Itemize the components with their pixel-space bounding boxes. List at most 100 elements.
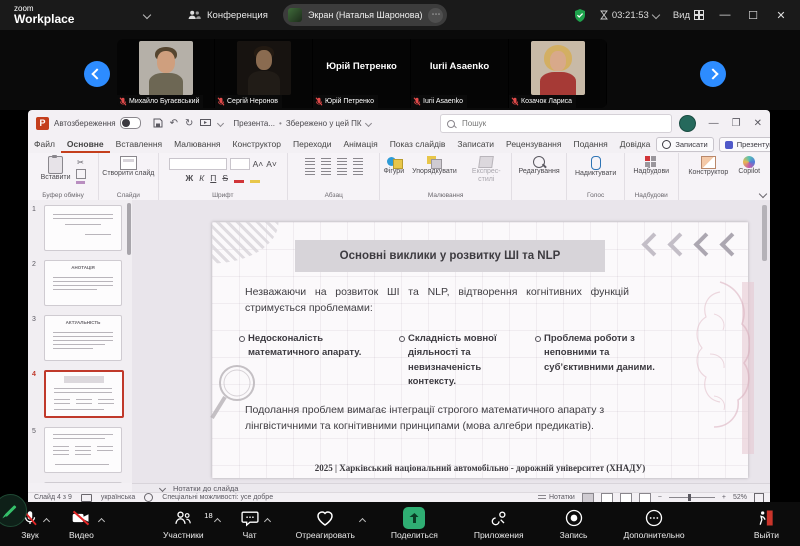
save-icon[interactable] — [153, 118, 163, 128]
shared-screen-pill[interactable]: Экран (Наталья Шаронова) ⋯ — [283, 4, 447, 26]
video-button[interactable]: Видео — [62, 508, 101, 540]
thumb-slide-4-selected[interactable] — [44, 370, 124, 418]
apps-button[interactable]: Приложения — [467, 508, 531, 540]
designer-button[interactable]: Конструктор — [688, 156, 728, 177]
arrange-button[interactable]: Упорядкувати — [412, 156, 457, 183]
font-size-select[interactable] — [230, 158, 250, 170]
react-options-chevron[interactable] — [360, 516, 365, 526]
align-center-icon[interactable] — [321, 168, 331, 176]
line-spacing-icon[interactable] — [353, 168, 363, 176]
indent-increase-icon[interactable] — [353, 158, 363, 166]
dictate-button[interactable]: Надиктувати — [575, 156, 616, 178]
slide-title[interactable]: Основні виклики у розвитку ШІ та NLP — [295, 240, 605, 272]
thumbnail-row-5[interactable]: 5 — [32, 427, 132, 473]
window-close-button[interactable]: ✕ — [774, 9, 788, 22]
editing-button[interactable]: Редагування — [518, 156, 559, 176]
zoom-in-button[interactable]: + — [722, 494, 726, 501]
thumb-slide-6[interactable] — [44, 482, 122, 483]
account-avatar[interactable] — [679, 115, 696, 132]
shapes-button[interactable]: Фігури — [383, 156, 404, 183]
document-title[interactable]: Презента... • Збережено у цей ПК — [233, 119, 370, 128]
notes-toggle-button[interactable]: Нотатки — [538, 494, 575, 501]
ppt-minimize-button[interactable]: — — [709, 118, 719, 129]
slide-conclusion-text[interactable]: Подолання проблем вимагає інтеграції стр… — [245, 403, 637, 435]
slide-bullet-3[interactable]: Проблема роботи з неповними та суб’єктив… — [544, 332, 668, 375]
thumbnail-row-2[interactable]: 2 АНОТАЦІЯ — [32, 260, 132, 306]
participant-tile-2[interactable]: Сергій Неронов — [215, 39, 313, 108]
undo-button[interactable]: ↶ — [170, 118, 178, 129]
fit-to-window-icon[interactable] — [754, 493, 764, 503]
slideshow-view-button[interactable] — [639, 493, 651, 503]
thumbnail-row-4[interactable]: 4 — [32, 370, 132, 418]
audio-options-chevron[interactable] — [44, 516, 49, 526]
tab-review[interactable]: Рецензування — [500, 136, 567, 153]
bold-button[interactable]: Ж — [186, 173, 194, 183]
zoom-level[interactable]: 52% — [733, 494, 747, 501]
font-name-select[interactable] — [169, 158, 227, 170]
align-right-icon[interactable] — [337, 168, 347, 176]
tab-help[interactable]: Довідка — [614, 136, 657, 153]
participant-tile-3[interactable]: Юрій Петренко Юрій Петренко — [313, 39, 411, 108]
search-input[interactable] — [460, 118, 665, 129]
participant-tile-1[interactable]: Михайло Бугаєвський — [117, 39, 215, 108]
window-minimize-button[interactable]: — — [718, 9, 732, 21]
thumb-slide-3[interactable]: АКТУАЛЬНІСТЬ — [44, 315, 122, 361]
thumb-slide-1[interactable] — [44, 205, 122, 251]
thumb-slide-5[interactable] — [44, 427, 122, 473]
highlight-color-icon[interactable] — [250, 172, 260, 183]
reading-view-button[interactable] — [620, 493, 632, 503]
font-color-icon[interactable] — [234, 172, 244, 183]
tab-design[interactable]: Конструктор — [227, 136, 287, 153]
meeting-tab[interactable]: Конференция — [188, 10, 268, 21]
ppt-close-button[interactable]: ✕ — [754, 118, 762, 129]
tab-home[interactable]: Основне — [61, 136, 110, 153]
zoom-slider[interactable] — [669, 497, 715, 498]
underline-button[interactable]: П — [210, 173, 216, 183]
view-button[interactable]: Вид — [673, 10, 704, 21]
copilot-button[interactable]: Copilot — [738, 156, 760, 177]
editor-scrollbar-thumb[interactable] — [762, 205, 767, 261]
tab-view[interactable]: Подання — [567, 136, 613, 153]
normal-view-button[interactable] — [582, 493, 594, 503]
react-button[interactable]: Отреагировать — [289, 508, 362, 540]
cut-icon[interactable]: ✂ — [77, 158, 84, 167]
slide-sorter-view-button[interactable] — [601, 493, 613, 503]
strikethrough-button[interactable]: S — [222, 173, 228, 183]
autosave-toggle[interactable] — [120, 117, 141, 129]
zoom-out-button[interactable]: − — [658, 494, 662, 501]
qat-chevron-down-icon[interactable] — [217, 119, 224, 126]
slideshow-icon[interactable] — [200, 119, 211, 128]
share-screen-button[interactable]: Поделиться — [384, 508, 445, 540]
record-button[interactable]: Запись — [553, 508, 595, 540]
grow-font-icon[interactable]: А˄ — [253, 159, 264, 169]
video-options-chevron[interactable] — [99, 516, 104, 526]
tab-animations[interactable]: Анімація — [338, 136, 384, 153]
indent-decrease-icon[interactable] — [337, 158, 347, 166]
more-button[interactable]: Дополнительно — [616, 508, 691, 540]
thumbnail-row-3[interactable]: 3 АКТУАЛЬНІСТЬ — [32, 315, 132, 361]
window-maximize-button[interactable]: ☐ — [746, 9, 760, 22]
participant-tile-4[interactable]: Iurii Asaenko Iurii Asaenko — [411, 39, 509, 108]
record-button[interactable]: Записати — [656, 137, 713, 152]
present-in-teams-button[interactable]: Презентувати в Teams — [719, 137, 770, 152]
tab-draw[interactable]: Малювання — [168, 136, 226, 153]
redo-button[interactable]: ↻ — [185, 118, 193, 129]
quick-styles-button[interactable]: Експрес-стилі — [465, 156, 508, 183]
thumbnail-scrollbar-thumb[interactable] — [127, 203, 131, 255]
format-painter-icon[interactable] — [76, 181, 85, 184]
zoom-slider-knob[interactable] — [688, 494, 691, 501]
tab-insert[interactable]: Вставлення — [110, 136, 168, 153]
participant-tile-5[interactable]: Козачок Лариса — [509, 39, 607, 108]
slide-bullet-2[interactable]: Складність мовної діяльності та невизнач… — [408, 332, 526, 389]
strip-next-button[interactable] — [700, 61, 726, 87]
display-settings-icon[interactable] — [81, 494, 92, 502]
tab-file[interactable]: Файл — [28, 136, 61, 153]
paste-button[interactable]: Вставити — [41, 156, 71, 184]
leave-button[interactable]: Выйти — [747, 508, 786, 540]
meeting-timer[interactable]: 03:21:53 — [600, 10, 659, 21]
chat-options-chevron[interactable] — [265, 516, 270, 526]
italic-button[interactable]: К — [199, 173, 204, 183]
copy-icon[interactable] — [76, 169, 86, 179]
ppt-restore-button[interactable]: ❐ — [732, 118, 741, 129]
thumbnail-row-6[interactable]: 6 — [32, 482, 132, 483]
